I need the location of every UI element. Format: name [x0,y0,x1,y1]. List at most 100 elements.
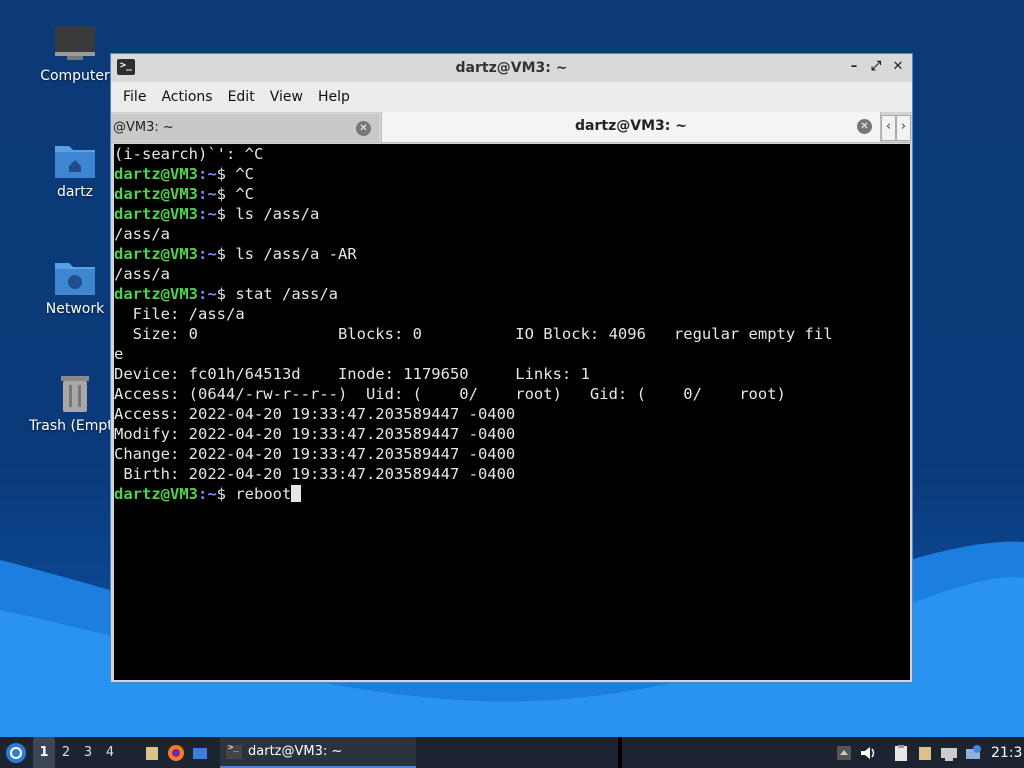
terminal-line: dartz@VM3:~$ ^C [114,184,910,204]
window-titlebar[interactable]: >_ dartz@VM3: ~ – ⤢ ✕ [111,54,912,82]
menu-edit[interactable]: Edit [222,89,261,105]
desktop-icon-label: Network [45,301,105,317]
window-title: dartz@VM3: ~ [455,60,568,76]
volume-icon[interactable] [859,744,877,762]
prompt-path: :~ [198,205,217,223]
terminal-line: Change: 2022-04-20 19:33:47.203589447 -0… [114,444,910,464]
tab-label: @VM3: ~ [113,120,174,135]
output-text: /ass/a [114,265,170,283]
tab-active[interactable]: dartz@VM3: ~ ✕ [381,112,881,142]
workspace-1[interactable]: 1 [33,737,55,768]
prompt-path: :~ [198,485,217,503]
desktop-icon-home[interactable]: dartz [27,140,123,200]
desktop-icon-label: Computer [40,68,110,84]
system-tray: 21:31 [832,737,1024,768]
workspace-switcher: 1 2 3 4 [33,737,121,768]
terminal-line: e [114,344,910,364]
command-text: $ ls /ass/a [216,205,320,223]
prompt-path: :~ [198,185,217,203]
desktop-icon-label: dartz [56,184,94,200]
terminal-line: Size: 0 Blocks: 0 IO Block: 4096 regular… [114,324,910,344]
terminal-app-icon: >_ [226,743,242,759]
workspace-2[interactable]: 2 [55,745,77,760]
output-text: Access: 2022-04-20 19:33:47.203589447 -0… [114,405,516,423]
menu-help[interactable]: Help [312,89,356,105]
desktop-icon-trash[interactable]: Trash (Empty) [27,372,127,434]
terminal-window: >_ dartz@VM3: ~ – ⤢ ✕ File Actions Edit … [110,53,913,683]
desktop-icon-computer[interactable]: Computer [27,24,123,84]
terminal-line: dartz@VM3:~$ ls /ass/a [114,204,910,224]
terminal-line: dartz@VM3:~$ ^C [114,164,910,184]
output-text: Modify: 2022-04-20 19:33:47.203589447 -0… [114,425,516,443]
clock: 21:31 [991,744,1024,761]
terminal-line: (i-search)`': ^C [114,144,910,164]
firefox-icon[interactable] [167,744,185,762]
menu-file[interactable]: File [117,89,152,105]
terminal-line: dartz@VM3:~$ stat /ass/a [114,284,910,304]
terminal-line: dartz@VM3:~$ reboot [114,484,910,504]
output-text: Birth: 2022-04-20 19:33:47.203589447 -04… [114,465,516,483]
tab-scroll-left-icon[interactable]: ‹ [881,115,896,141]
tab-close-icon[interactable]: ✕ [356,121,371,136]
close-button[interactable]: ✕ [890,58,906,76]
tab-label: dartz@VM3: ~ [575,118,687,134]
menu-bar: File Actions Edit View Help [111,82,912,112]
output-text: /ass/a [114,225,170,243]
output-text: Device: fc01h/64513d Inode: 1179650 Link… [114,365,590,383]
terminal-line: Birth: 2022-04-20 19:33:47.203589447 -04… [114,464,910,484]
network-folder-icon [55,263,95,295]
terminal-line: dartz@VM3:~$ ls /ass/a -AR [114,244,910,264]
minimize-button[interactable]: – [846,58,862,76]
output-text: Access: (0644/-rw-r--r--) Uid: ( 0/ root… [114,385,786,403]
command-text: $ stat /ass/a [216,285,338,303]
desktop-icon-network[interactable]: Network [27,257,123,317]
command-text: $ ls /ass/a -AR [216,245,357,263]
output-text: Size: 0 Blocks: 0 IO Block: 4096 regular… [114,325,833,343]
prompt-user: dartz@VM3 [114,485,198,503]
terminal-output[interactable]: (i-search)`': ^C dartz@VM3:~$ ^C dartz@VM3… [114,144,910,680]
prompt-path: :~ [198,285,217,303]
terminal-line: File: /ass/a [114,304,910,324]
command-text: $ reboot [216,485,292,503]
command-text: $ ^C [216,165,254,183]
output-text: (i-search)`': ^C [114,145,264,163]
prompt-user: dartz@VM3 [114,165,198,183]
task-terminal[interactable]: >_ dartz@VM3: ~ [220,737,416,768]
lubuntu-logo-icon [6,742,26,763]
clipboard-icon[interactable] [892,744,910,762]
start-menu-button[interactable] [4,737,28,768]
output-text: e [114,345,124,363]
prompt-user: dartz@VM3 [114,285,198,303]
menu-view[interactable]: View [264,89,309,105]
terminal-line: Access: (0644/-rw-r--r--) Uid: ( 0/ root… [114,384,910,404]
workspace-4[interactable]: 4 [99,745,121,760]
restore-button[interactable]: ⤢ [868,58,884,76]
terminal-app-icon: >_ [117,59,135,75]
home-folder-icon [55,146,95,178]
network-icon[interactable] [940,744,958,762]
command-text: $ ^C [216,185,254,203]
tab-scroll-right-icon[interactable]: › [896,115,911,141]
tray-menu-icon[interactable] [835,744,853,762]
task-label: dartz@VM3: ~ [248,744,343,759]
terminal-line: Device: fc01h/64513d Inode: 1179650 Link… [114,364,910,384]
computer-icon [55,26,95,60]
terminal-line: /ass/a [114,224,910,244]
file-manager-icon[interactable] [143,744,161,762]
output-text: File: /ass/a [114,305,245,323]
update-notifier-icon[interactable] [916,744,934,762]
prompt-path: :~ [198,165,217,183]
tray-status-icon[interactable] [964,744,982,762]
tab-close-icon[interactable]: ✕ [857,119,872,134]
prompt-user: dartz@VM3 [114,185,198,203]
tab-inactive[interactable]: @VM3: ~ ✕ [111,114,379,141]
quicklaunch [140,737,212,768]
text-cursor [291,485,302,502]
terminal-line: Access: 2022-04-20 19:33:47.203589447 -0… [114,404,910,424]
show-desktop-icon[interactable] [191,744,209,762]
prompt-user: dartz@VM3 [114,245,198,263]
workspace-3[interactable]: 3 [77,745,99,760]
menu-actions[interactable]: Actions [155,89,218,105]
taskbar: 1 2 3 4 >_ dartz@VM3: ~ 21:31 [0,737,1024,768]
desktop-icon-label: Trash (Empty) [29,418,127,434]
